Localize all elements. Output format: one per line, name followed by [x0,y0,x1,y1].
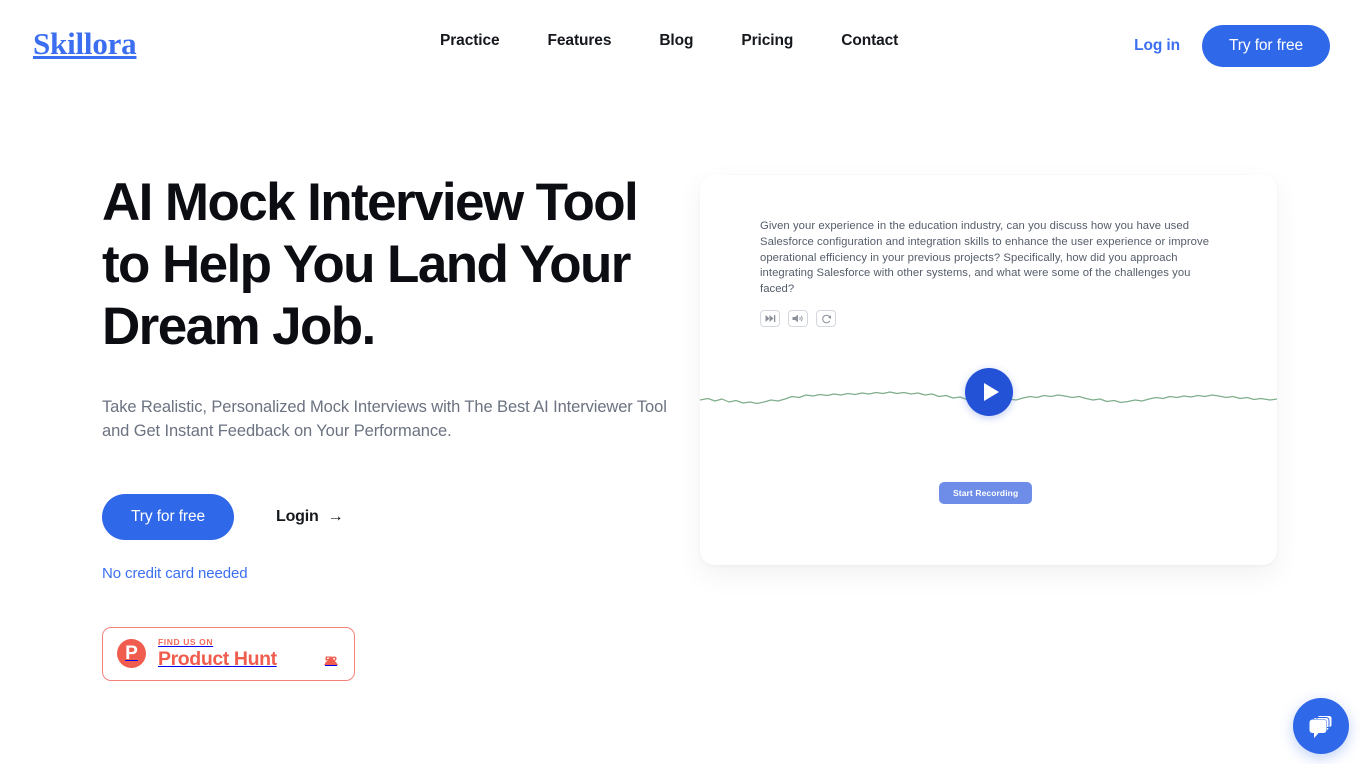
refresh-icon [821,314,831,323]
volume-icon-button[interactable] [788,310,808,327]
page-title: AI Mock Interview Tool to Help You Land … [102,173,639,356]
interview-question-text: Given your experience in the education i… [760,220,1210,296]
product-hunt-vote-count: 52 [324,655,338,668]
play-icon [983,383,999,401]
skip-forward-icon [765,315,775,322]
question-audio-controls [760,310,836,327]
product-hunt-votes: 52 [324,639,340,668]
nav-item-features[interactable]: Features [524,32,636,50]
product-hunt-kicker: FIND US ON [158,636,214,647]
chat-widget-button[interactable] [1293,698,1349,754]
product-hunt-text: FIND US ON Product Hunt [158,638,312,670]
chat-bubbles-icon [1309,715,1333,738]
hero-login-label: Login [276,507,319,525]
hero-try-for-free-button[interactable]: Try for free [102,494,235,540]
hero-cta-row: Try for free Login → [102,494,682,540]
start-recording-button[interactable]: Start Recording [939,482,1033,505]
skip-forward-icon-button[interactable] [760,310,780,327]
product-hunt-name: Product Hunt [158,648,277,671]
nav-item-pricing[interactable]: Pricing [717,32,817,50]
nav-item-practice[interactable]: Practice [440,32,524,50]
header-actions: Log in Try for free [1134,25,1330,67]
main-navigation: Practice Features Blog Pricing Contact [440,32,922,50]
product-hunt-badge[interactable]: P FIND US ON Product Hunt 52 [102,626,355,681]
site-header: Skillora Practice Features Blog Pricing … [0,0,1360,88]
hero-login-link[interactable]: Login → [276,507,344,526]
logo-skillora[interactable]: Skillora [33,28,137,59]
hero-content: AI Mock Interview Tool to Help You Land … [102,172,682,681]
nav-item-contact[interactable]: Contact [817,32,922,50]
arrow-right-icon: → [327,507,344,525]
refresh-icon-button[interactable] [816,310,836,327]
volume-icon [792,314,803,323]
no-credit-card-note: No credit card needed [102,564,248,582]
header-login-link[interactable]: Log in [1134,37,1180,55]
header-try-for-free-button[interactable]: Try for free [1201,25,1330,67]
interview-demo-card: Given your experience in the education i… [700,175,1277,565]
nav-item-blog[interactable]: Blog [635,32,717,50]
hero-subtitle: Take Realistic, Personalized Mock Interv… [102,398,667,440]
play-button[interactable] [965,368,1013,416]
product-hunt-logo-icon: P [117,639,146,669]
